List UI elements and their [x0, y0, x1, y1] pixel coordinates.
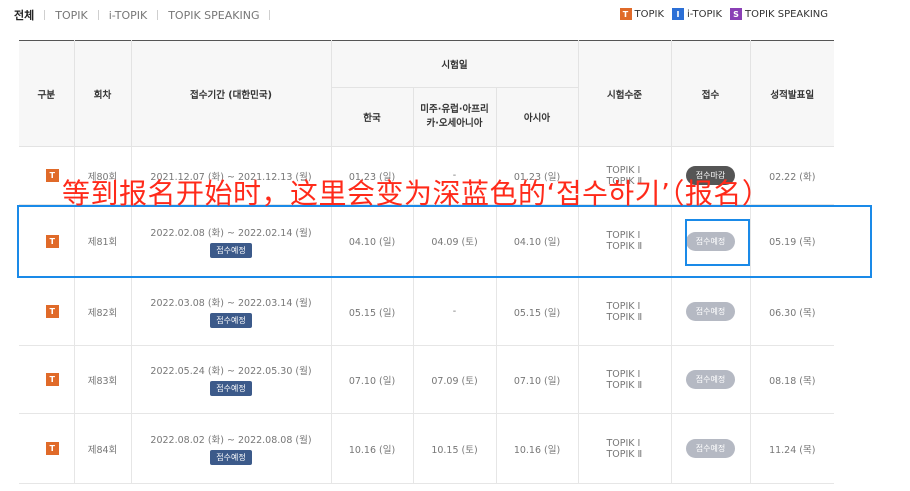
header-korea: 한국	[331, 87, 414, 147]
level-cell: TOPIK Ⅰ TOPIK Ⅱ	[577, 345, 672, 414]
level-text: TOPIK Ⅱ	[606, 448, 643, 460]
period-text: 2022.05.24 (화) ~ 2022.05.30 (월)	[150, 366, 312, 377]
korea-date-cell: 07.10 (일)	[330, 345, 414, 414]
level-cell: TOPIK Ⅰ TOPIK Ⅱ	[577, 413, 672, 484]
period-status-badge: 접수예정	[210, 381, 252, 396]
topik-type-icon: T	[45, 373, 59, 386]
header-americas-europe: 미주·유럽·아프리카·오세아니아	[412, 87, 497, 147]
topik-type-icon: T	[45, 305, 59, 318]
legend-item-topik-speaking: S TOPIK SPEAKING	[730, 8, 828, 20]
asia-date-cell: 07.10 (일)	[495, 345, 579, 414]
period-status-badge: 접수예정	[210, 313, 252, 328]
level-text: TOPIK Ⅰ	[606, 164, 641, 176]
period-cell: 2022.05.24 (화) ~ 2022.05.30 (월) 접수예정	[130, 345, 332, 414]
legend-item-topik: T TOPIK	[619, 8, 665, 20]
register-scheduled-button[interactable]: 접수예정	[685, 370, 736, 389]
tab-divider	[97, 10, 99, 20]
americas-date-cell: 07.09 (토)	[412, 345, 497, 414]
round-cell: 제82회	[73, 277, 132, 346]
legend-label: TOPIK	[634, 8, 665, 20]
period-cell: 2022.03.08 (화) ~ 2022.03.14 (월) 접수예정	[130, 277, 332, 346]
legend-label: TOPIK SPEAKING	[745, 8, 828, 20]
header-asia: 아시아	[495, 87, 578, 147]
filter-tabs: 전체 TOPIK i-TOPIK TOPIK SPEAKING	[14, 6, 280, 24]
tab-divider	[269, 10, 271, 20]
period-status-badge: 접수예정	[210, 450, 252, 465]
header-result-date: 성적발표일	[749, 40, 834, 147]
level-text: TOPIK Ⅰ	[606, 300, 641, 312]
level-text: TOPIK Ⅱ	[606, 311, 643, 323]
header-register: 접수	[670, 40, 751, 147]
korea-date-cell: 05.15 (일)	[330, 277, 414, 346]
type-legend: T TOPIK I i-TOPIK S TOPIK SPEAKING	[612, 6, 828, 22]
americas-date-cell: 10.15 (토)	[412, 413, 497, 484]
topik-type-icon: T	[45, 442, 59, 455]
legend-item-i-topik: I i-TOPIK	[672, 8, 722, 20]
topik-type-icon: T	[45, 169, 59, 182]
period-text: 2022.03.08 (화) ~ 2022.03.14 (월)	[150, 298, 312, 309]
header-round: 회차	[73, 40, 132, 147]
round-cell: 제84회	[73, 413, 132, 484]
register-scheduled-button[interactable]: 접수예정	[685, 439, 736, 458]
period-cell: 2022.08.02 (화) ~ 2022.08.08 (월) 접수예정	[130, 413, 332, 484]
asia-date-cell: 10.16 (일)	[495, 413, 579, 484]
header-category: 구분	[19, 40, 75, 147]
period-text: 2022.08.02 (화) ~ 2022.08.08 (월)	[150, 435, 312, 446]
tab-topik[interactable]: TOPIK	[55, 9, 87, 22]
level-text: TOPIK Ⅰ	[606, 368, 641, 380]
tab-i-topik[interactable]: i-TOPIK	[109, 9, 147, 22]
tab-topik-speaking[interactable]: TOPIK SPEAKING	[168, 9, 259, 22]
level-text: TOPIK Ⅰ	[606, 437, 641, 449]
annotation-button-highlight	[685, 219, 750, 266]
level-cell: TOPIK Ⅰ TOPIK Ⅱ	[577, 277, 672, 346]
header-level: 시험수준	[577, 40, 672, 147]
category-cell: T	[19, 345, 75, 414]
register-cell: 접수예정	[670, 277, 751, 346]
result-date-cell: 08.18 (목)	[749, 345, 834, 414]
register-scheduled-button[interactable]: 접수예정	[685, 302, 736, 321]
header-exam-date: 시험일	[330, 40, 579, 88]
category-cell: T	[19, 413, 75, 484]
result-date-cell: 06.30 (목)	[749, 277, 834, 346]
tab-divider	[44, 10, 46, 20]
tab-all[interactable]: 전체	[14, 7, 34, 23]
korea-date-cell: 10.16 (일)	[330, 413, 414, 484]
asia-date-cell: 05.15 (일)	[495, 277, 579, 346]
table-row: T 제82회 2022.03.08 (화) ~ 2022.03.14 (월) 접수…	[19, 277, 834, 346]
table-row: T 제84회 2022.08.02 (화) ~ 2022.08.08 (월) 접수…	[19, 413, 834, 484]
round-cell: 제83회	[73, 345, 132, 414]
tab-divider	[157, 10, 159, 20]
register-cell: 접수예정	[670, 413, 751, 484]
result-date-cell: 11.24 (목)	[749, 413, 834, 484]
legend-label: i-TOPIK	[687, 8, 723, 20]
i-topik-badge-icon: I	[672, 8, 685, 20]
annotation-text: 等到报名开始时，这里会变为深蓝色的‘접수하기’（报名）	[62, 177, 771, 210]
table-row: T 제83회 2022.05.24 (화) ~ 2022.05.30 (월) 접수…	[19, 345, 834, 414]
speaking-badge-icon: S	[730, 8, 743, 20]
americas-date-cell: -	[412, 277, 497, 346]
topik-badge-icon: T	[619, 8, 632, 20]
register-cell: 접수예정	[670, 345, 751, 414]
category-cell: T	[19, 277, 75, 346]
level-text: TOPIK Ⅱ	[606, 379, 643, 391]
header-period: 접수기간 (대한민국)	[130, 40, 332, 147]
